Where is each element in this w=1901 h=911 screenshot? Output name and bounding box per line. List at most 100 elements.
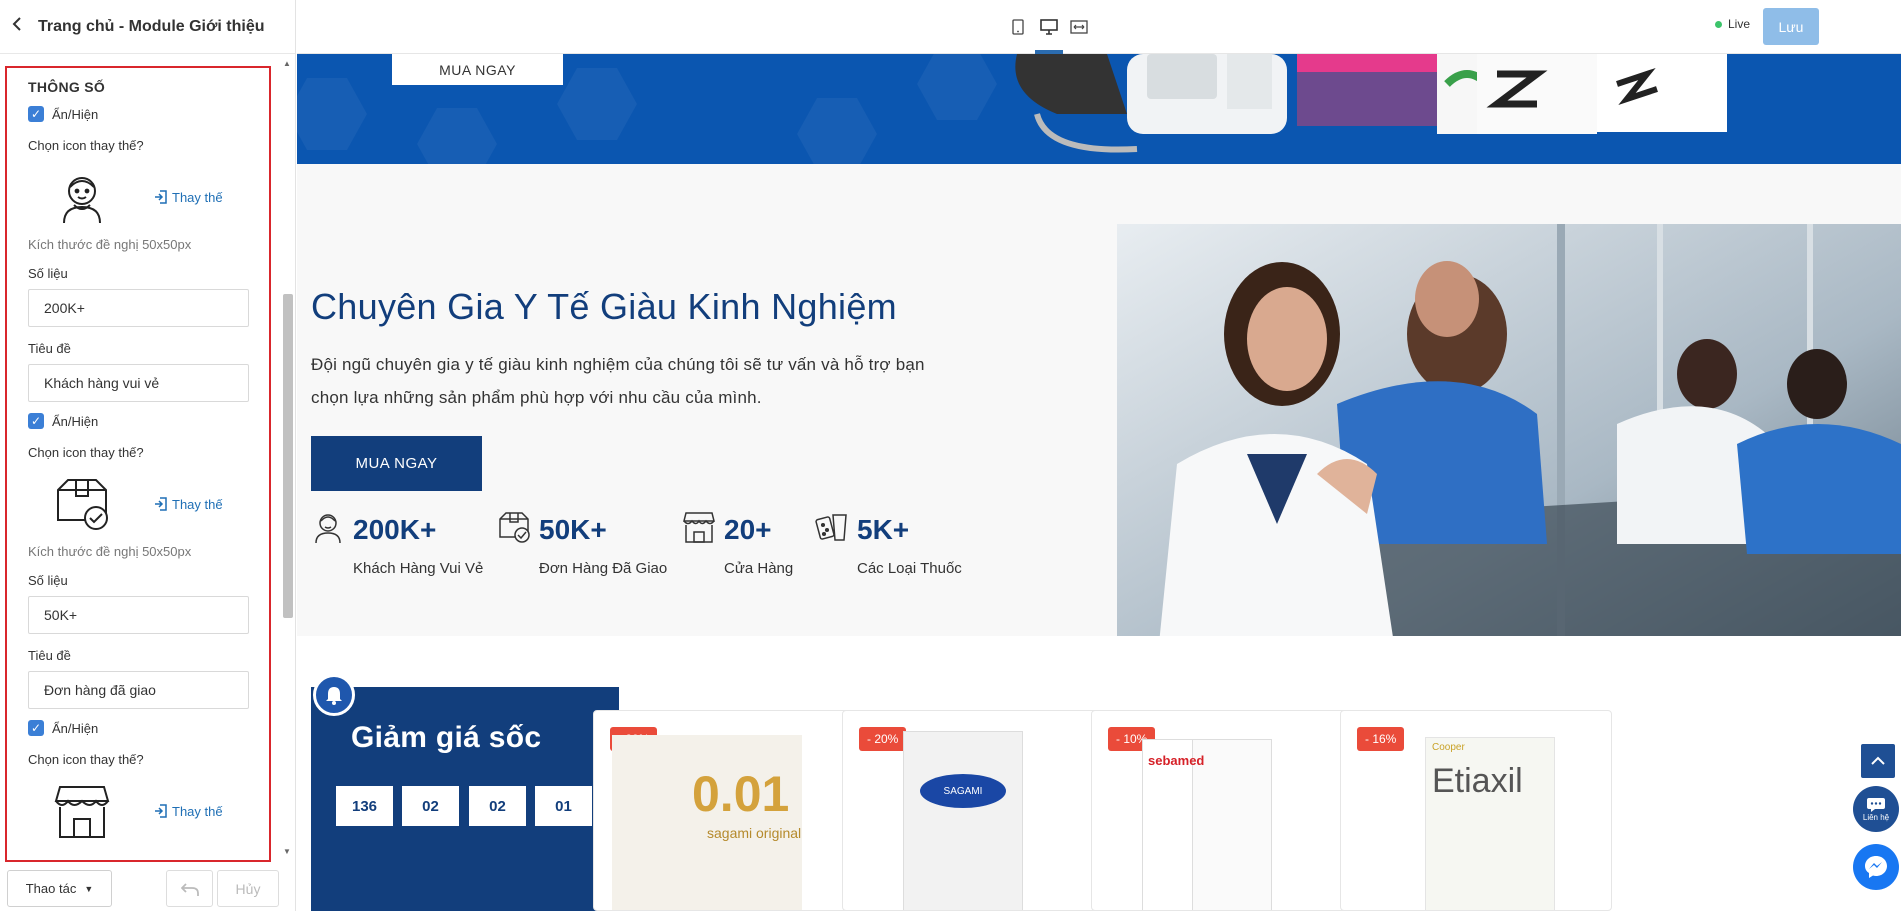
bell-icon[interactable]: [313, 674, 355, 716]
countdown-days: 136: [336, 786, 393, 826]
countdown-seconds: 01: [535, 786, 592, 826]
product-card[interactable]: - 16% Cooper Etiaxil: [1340, 710, 1612, 911]
hex-decoration: [417, 108, 497, 164]
undo-icon: [180, 882, 199, 896]
title-input[interactable]: Khách hàng vui vẻ: [28, 364, 249, 402]
checkbox[interactable]: ✓: [28, 720, 44, 736]
banner-buy-button[interactable]: MUA NGAY: [392, 54, 563, 85]
stat-value: 50K+: [539, 514, 607, 545]
replace-label: Thay thế: [172, 496, 223, 512]
checkbox[interactable]: ✓: [28, 413, 44, 429]
messenger-icon: [1865, 856, 1887, 878]
sidebar-scrollbar[interactable]: ▲ ▼: [280, 58, 294, 858]
product-image: 0.01 sagami original: [612, 735, 802, 910]
section-title: THÔNG SỐ: [28, 79, 106, 95]
stat-caption: Khách Hàng Vui Vẻ: [353, 560, 484, 577]
stats-settings-panel: THÔNG SỐ ✓ Ẩn/Hiện Chọn icon thay thế? T…: [5, 66, 271, 862]
product-brand: SAGAMI: [920, 774, 1006, 808]
delivered-box-icon: [499, 512, 530, 543]
hex-decoration: [297, 78, 367, 150]
stat-value: 20+: [724, 514, 772, 545]
value-input[interactable]: 50K+: [28, 596, 249, 634]
replace-icon-link[interactable]: Thay thế: [154, 497, 223, 512]
value-label: Số liệu: [28, 573, 68, 588]
size-hint: Kích thước đề nghị 50x50px: [28, 237, 192, 252]
discount-badge: - 16%: [1357, 727, 1405, 751]
replace-label: Thay thế: [172, 189, 223, 205]
undo-button[interactable]: [166, 870, 213, 907]
stat-value: 200K+: [353, 514, 437, 545]
scroll-up-icon[interactable]: ▲: [280, 58, 294, 70]
product-brand: Etiaxil: [1432, 762, 1523, 800]
toggle-row[interactable]: ✓ Ẩn/Hiện: [28, 104, 269, 124]
replace-icon-link[interactable]: Thay thế: [154, 804, 223, 819]
live-dot-icon: [1715, 20, 1722, 28]
live-status[interactable]: Live: [1715, 17, 1750, 31]
stat-caption: Đơn Hàng Đã Giao: [539, 560, 668, 577]
product-card[interactable]: - 10% sebamed: [1091, 710, 1363, 911]
scroll-thumb[interactable]: [283, 294, 293, 618]
product-brand: sebamed: [1148, 753, 1205, 768]
toggle-row[interactable]: ✓ Ẩn/Hiện: [28, 411, 269, 431]
chevron-up-icon: [1871, 756, 1885, 765]
back-arrow-icon[interactable]: [12, 15, 36, 38]
product-card[interactable]: - 20% SAGAMI: [842, 710, 1114, 911]
scroll-to-top-button[interactable]: [1861, 744, 1895, 778]
sidebar-footer: Thao tác ▼ Hủy: [0, 866, 296, 911]
checkbox[interactable]: ✓: [28, 106, 44, 122]
title-input[interactable]: Đơn hàng đã giao: [28, 671, 249, 709]
icon-label: Chọn icon thay thế?: [28, 445, 144, 460]
desktop-view-icon[interactable]: [1039, 17, 1059, 37]
buy-now-button[interactable]: MUA NGAY: [311, 436, 482, 491]
toggle-label: Ẩn/Hiện: [52, 720, 99, 736]
doctors-photo: [1117, 224, 1901, 664]
product-image: SAGAMI: [903, 731, 1023, 910]
product-brand: 0.01: [692, 766, 790, 822]
hero-banner: MUA NGAY: [297, 54, 1901, 164]
delivered-box-icon[interactable]: [48, 470, 116, 538]
value-input[interactable]: 200K+: [28, 289, 249, 327]
replace-icon-link[interactable]: Thay thế: [154, 190, 223, 205]
title-label: Tiêu đề: [28, 341, 71, 356]
toggle-label: Ẩn/Hiện: [52, 106, 99, 122]
customer-icon: [315, 514, 341, 544]
chat-icon: [1867, 797, 1885, 812]
sidebar-header: Trang chủ - Module Giới thiệu: [0, 0, 295, 54]
contact-button[interactable]: Liên hệ: [1853, 786, 1899, 832]
messenger-button[interactable]: [1853, 844, 1899, 890]
replace-label: Thay thế: [172, 803, 223, 819]
product-subbrand: Cooper: [1432, 742, 1465, 753]
title-label: Tiêu đề: [28, 648, 71, 663]
countdown-minutes: 02: [469, 786, 526, 826]
store-icon[interactable]: [48, 777, 116, 845]
size-hint: Kích thước đề nghị 50x50px: [28, 544, 192, 559]
customer-icon[interactable]: [48, 163, 116, 231]
sidebar-title: Trang chủ - Module Giới thiệu: [38, 17, 265, 35]
preview-canvas: MUA NGAY Chuyên Gia Y Tế Giàu Kinh Nghiệ…: [297, 54, 1901, 911]
flash-sale-section: Giảm giá sốc 136 02 02 01 - 20% 0.01 sag…: [297, 636, 1901, 911]
product-subbrand: sagami original: [707, 825, 802, 841]
countdown-hours: 02: [402, 786, 459, 826]
product-image: sebamed: [1142, 739, 1272, 910]
discount-badge: - 20%: [859, 727, 907, 751]
product-card[interactable]: - 20% 0.01 sagami original: [593, 710, 865, 911]
value-label: Số liệu: [28, 266, 68, 281]
sign-in-icon: [155, 497, 167, 511]
medicine-icon: [815, 514, 847, 541]
flash-sale-title: Giảm giá sốc: [351, 721, 542, 754]
cancel-button[interactable]: Hủy: [217, 870, 279, 907]
fullwidth-view-icon[interactable]: [1069, 17, 1089, 37]
save-button[interactable]: Lưu: [1763, 8, 1819, 45]
actions-dropdown[interactable]: Thao tác ▼: [7, 870, 112, 907]
stat-caption: Cửa Hàng: [724, 560, 794, 577]
mobile-view-icon[interactable]: [1008, 17, 1028, 37]
toggle-row[interactable]: ✓ Ẩn/Hiện: [28, 718, 269, 738]
sign-in-icon: [155, 190, 167, 204]
store-icon: [683, 512, 715, 543]
stat-caption: Các Loại Thuốc: [857, 560, 962, 577]
stat-value: 5K+: [857, 514, 910, 545]
caret-down-icon: ▼: [84, 883, 94, 894]
icon-label: Chọn icon thay thế?: [28, 752, 144, 767]
scroll-down-icon[interactable]: ▼: [280, 846, 294, 858]
banner-products-image: [1015, 54, 1727, 153]
